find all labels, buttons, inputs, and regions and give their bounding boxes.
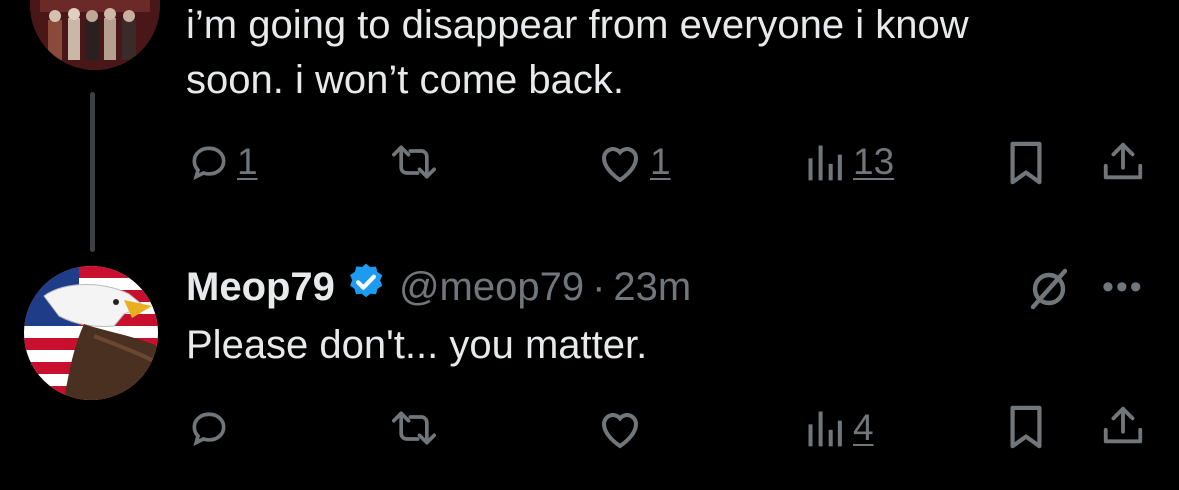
tweet-2-views-button[interactable]: 4 (803, 406, 874, 450)
tweet-2-bookmark-button[interactable] (1006, 404, 1046, 450)
user-handle[interactable]: @meop79 (399, 265, 584, 310)
bookmark-icon (1010, 141, 1042, 185)
tweet-1-like-button[interactable]: 1 (596, 140, 671, 184)
separator-dot: · (592, 264, 606, 309)
grok-icon[interactable] (1025, 265, 1073, 318)
bookmark-icon (1010, 405, 1042, 449)
reply-header: Meop79 @meop79 · 23m (186, 262, 691, 312)
tweet-1-text-line-1: i’m going to disappear from everyone i k… (186, 3, 969, 47)
tweet-1-text: i’m going to disappear from everyone i k… (186, 0, 1166, 108)
reply-icon (192, 146, 226, 181)
views-chart-icon (808, 411, 842, 447)
avatar-user-1[interactable] (30, 0, 160, 70)
tweet-1-view-count: 13 (853, 141, 895, 182)
avatar-meop79[interactable] (24, 266, 158, 400)
retweet-icon (392, 145, 436, 179)
retweet-icon (392, 411, 436, 445)
tweet-2-text: Please don't... you matter. (186, 323, 648, 367)
tweet-1-text-line-2: soon. i won’t come back. (186, 58, 624, 102)
share-icon (1103, 142, 1143, 180)
tweet-1-like-count: 1 (650, 141, 671, 182)
tweet-2-retweet-button[interactable] (388, 406, 440, 450)
tweet-1-reply-count: 1 (237, 141, 258, 182)
tweet-1-reply-button[interactable]: 1 (187, 140, 258, 184)
tweet-timestamp[interactable]: 23m (613, 265, 691, 310)
heart-icon (601, 413, 639, 449)
heart-icon (601, 147, 639, 183)
tweet-2-reply-button[interactable] (187, 406, 231, 450)
user-display-name[interactable]: Meop79 (186, 265, 335, 310)
reply-icon (192, 412, 226, 447)
tweet-2-share-button[interactable] (1100, 402, 1146, 450)
tweet-2-like-button[interactable] (596, 406, 644, 450)
tweet-2-view-count: 4 (853, 407, 874, 448)
views-chart-icon (808, 145, 842, 181)
tweet-1-views-button[interactable]: 13 (803, 140, 894, 184)
verified-badge-icon (345, 261, 387, 313)
thread-connector-line (90, 92, 95, 252)
share-icon (1103, 406, 1143, 444)
tweet-1-share-button[interactable] (1100, 138, 1146, 186)
more-icon[interactable]: ••• (1102, 268, 1144, 307)
tweet-1-bookmark-button[interactable] (1006, 140, 1046, 186)
tweet-1-retweet-button[interactable] (388, 140, 440, 184)
